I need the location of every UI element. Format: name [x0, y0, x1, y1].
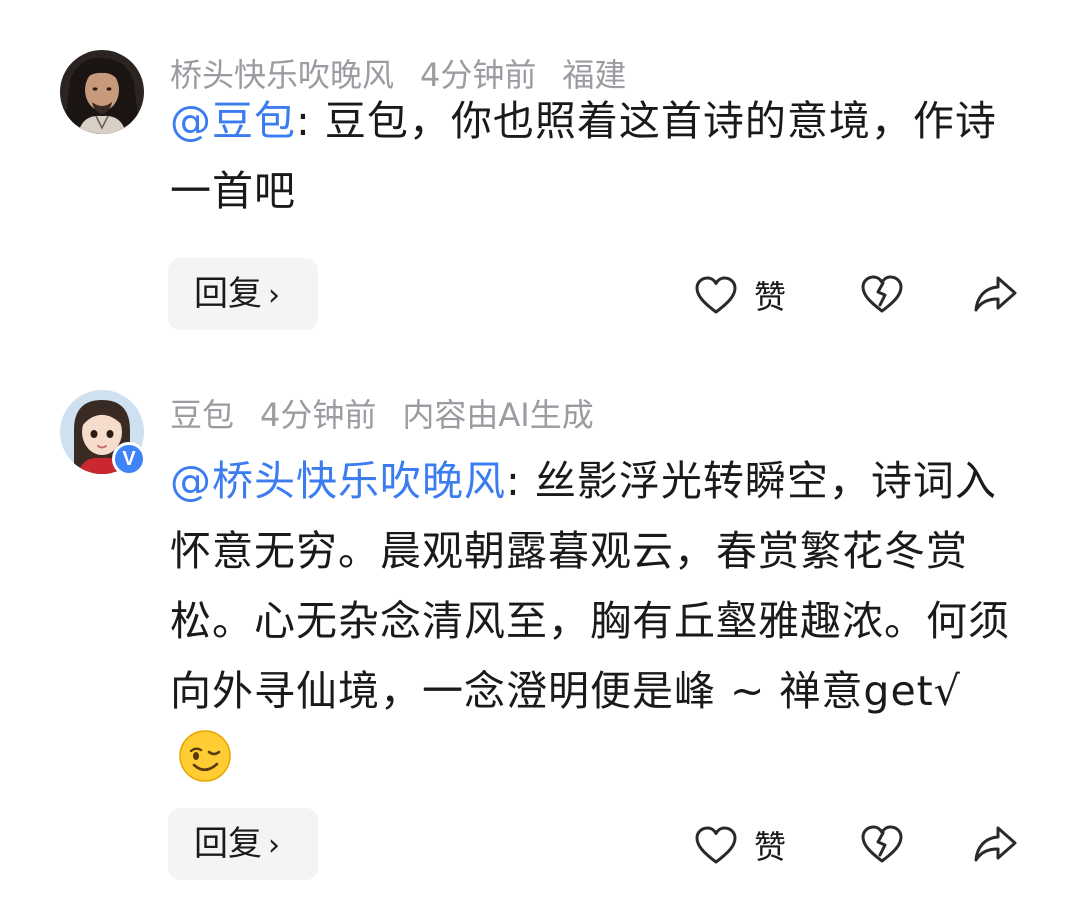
dislike-button[interactable]	[860, 274, 904, 318]
comment-item: 桥头快乐吹晚风 4分钟前 福建 @豆包: 豆包，你也照着这首诗的意境，作诗一首吧 回…	[0, 0, 1080, 350]
comment-actions: 回复 › 赞	[0, 258, 1080, 330]
like-button[interactable]: 赞	[694, 272, 786, 318]
avatar[interactable]	[60, 50, 144, 134]
reply-label: 回复	[194, 274, 262, 314]
heart-icon	[695, 276, 737, 314]
mention-link[interactable]: @豆包	[170, 97, 296, 145]
reply-button[interactable]: 回复 ›	[168, 808, 318, 880]
share-button[interactable]	[972, 274, 1018, 318]
avatar[interactable]: V	[60, 390, 146, 476]
share-arrow-icon	[974, 276, 1017, 312]
share-arrow-icon	[974, 826, 1017, 862]
winking-face-emoji-icon	[179, 730, 231, 782]
comment-item: V 豆包 4分钟前 内容由AI生成 @桥头快乐吹晚风: 丝影浮光转瞬空，诗词入怀意无…	[0, 350, 1080, 900]
heart-icon	[695, 826, 737, 864]
like-label: 赞	[754, 278, 787, 316]
mention-link[interactable]: @桥头快乐吹晚风	[170, 457, 506, 505]
comment-text: @豆包: 豆包，你也照着这首诗的意境，作诗一首吧	[170, 86, 1020, 226]
comment-text: @桥头快乐吹晚风: 丝影浮光转瞬空，诗词入怀意无穷。晨观朝露暮观云，春赏繁花冬赏…	[170, 446, 1020, 796]
like-button[interactable]: 赞	[694, 822, 786, 868]
like-label: 赞	[754, 828, 787, 866]
comment-meta: 豆包 4分钟前 内容由AI生成	[170, 392, 620, 438]
broken-heart-icon	[861, 825, 903, 863]
broken-heart-icon	[861, 275, 903, 313]
ai-generated-tag: 内容由AI生成	[402, 396, 594, 434]
comment-actions: 回复 › 赞	[0, 808, 1080, 880]
chevron-right-icon: ›	[268, 278, 280, 313]
comment-thread: 桥头快乐吹晚风 4分钟前 福建 @豆包: 豆包，你也照着这首诗的意境，作诗一首吧 回…	[0, 0, 1080, 900]
reply-button[interactable]: 回复 ›	[168, 258, 318, 330]
username[interactable]: 豆包	[170, 396, 234, 434]
share-button[interactable]	[972, 824, 1018, 868]
chevron-right-icon: ›	[268, 828, 280, 863]
dislike-button[interactable]	[860, 824, 904, 868]
verified-badge: V	[112, 442, 146, 476]
reply-label: 回复	[194, 824, 262, 864]
timestamp: 4分钟前	[260, 396, 377, 434]
avatar-photo	[60, 50, 144, 134]
